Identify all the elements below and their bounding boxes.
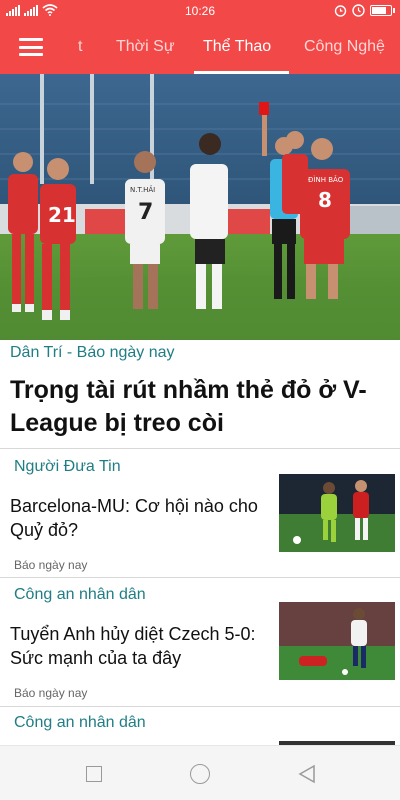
tab-partial[interactable]: t [78,38,82,56]
tab-the-thao[interactable]: Thể Thao [203,38,271,56]
divider [0,577,400,578]
article-source: Người Đưa Tin [14,458,121,475]
back-icon[interactable] [298,764,316,784]
battery-fill [372,7,387,14]
divider [0,706,400,707]
top-nav-bar: t Thời Sự Thể Thao Công Nghệ [0,22,400,74]
status-right-icons [334,4,395,17]
tab-cong-nghe[interactable]: Công Nghệ [304,38,385,56]
battery-icon [370,5,395,16]
article-meta: Báo ngày nay [14,558,88,572]
article-thumbnail[interactable] [279,602,395,680]
shirt-number: 21 [48,203,76,227]
feature-source: Dân Trí - Báo ngày nay [10,344,175,361]
football-match-photo: 21 N.T.HẢI 7 ĐÌNH BẢO 8 [0,74,400,340]
tab-thoi-su[interactable]: Thời Sự [116,38,175,56]
article-source: Công an nhân dân [14,586,146,603]
article-title[interactable]: Barcelona-MU: Cơ hội nào cho Quỷ đỏ? [10,494,265,542]
alarm-icon [334,5,347,17]
article-thumbnail[interactable] [279,474,395,552]
shirt-number: 7 [138,200,153,225]
shirt-name: ĐÌNH BẢO [308,175,344,184]
feature-headline[interactable]: Trọng tài rút nhầm thẻ đỏ ở V-League bị … [10,374,390,440]
clock-icon [352,4,365,17]
shirt-name: N.T.HẢI [130,185,155,194]
system-nav-bar [0,745,400,800]
recent-apps-icon[interactable] [86,766,102,782]
shirt-number: 8 [318,188,332,212]
article-meta: Báo ngày nay [14,686,88,700]
home-icon[interactable] [190,764,210,784]
news-app-screen: 10:26 t Thời Sự Thể Thao Công Nghệ 21 N.… [0,0,400,800]
feature-image[interactable]: 21 N.T.HẢI 7 ĐÌNH BẢO 8 [0,74,400,340]
article-source: Công an nhân dân [14,714,146,731]
article-title[interactable]: Tuyển Anh hủy diệt Czech 5-0: Sức mạnh c… [10,622,265,670]
hamburger-icon[interactable] [19,38,43,56]
status-bar: 10:26 [0,0,400,22]
divider [0,448,400,449]
